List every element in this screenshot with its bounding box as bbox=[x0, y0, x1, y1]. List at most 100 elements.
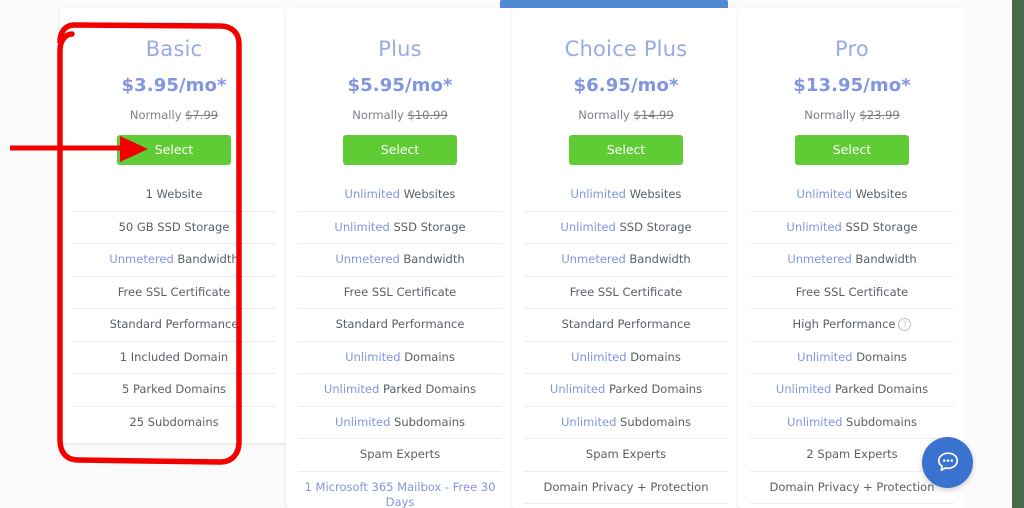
feature-highlight: Unlimited bbox=[549, 382, 606, 397]
feature-highlight: Unlimited bbox=[570, 187, 626, 202]
chat-widget-button[interactable] bbox=[922, 437, 973, 488]
feature-highlight: Unlimited bbox=[796, 187, 852, 202]
feature-text: Free SSL Certificate bbox=[569, 284, 683, 299]
feature-item: Unlimited Subdomains bbox=[750, 407, 954, 440]
normally-label: Normally bbox=[352, 108, 404, 123]
feature-text: Domains bbox=[400, 349, 455, 364]
plan-price: $6.95/mo* bbox=[573, 75, 679, 97]
feature-item: Standard Performance bbox=[524, 309, 728, 342]
feature-text: Parked Domains bbox=[605, 382, 703, 397]
feature-highlight: Unlimited bbox=[797, 349, 853, 364]
feature-text: 50 GB SSD Storage bbox=[118, 219, 230, 234]
plan-price: $3.95/mo* bbox=[121, 75, 227, 97]
feature-item: Unlimited Websites bbox=[524, 179, 728, 212]
feature-text: Subdomains bbox=[842, 414, 917, 429]
feature-text: 25 Subdomains bbox=[129, 414, 219, 429]
select-button-plus[interactable]: Select bbox=[343, 135, 457, 166]
pricing-page: Basic $3.95/mo* Normally $7.99 Select 1 Webs… bbox=[0, 0, 1024, 508]
feature-text: Spam Experts bbox=[359, 447, 441, 462]
feature-text: Websites bbox=[625, 187, 682, 202]
feature-item: Site Backup - CodeGuard Basic bbox=[524, 504, 728, 508]
feature-text: Parked Domains bbox=[379, 382, 477, 397]
feature-item: Unlimited Subdomains bbox=[298, 407, 502, 440]
feature-highlight: Unmetered bbox=[561, 252, 626, 267]
feature-highlight: Unlimited bbox=[561, 414, 617, 429]
recommended-ribbon bbox=[500, 0, 728, 8]
feature-item: Unlimited SSD Storage bbox=[750, 212, 954, 245]
feature-item: Unmetered Bandwidth bbox=[524, 244, 728, 277]
feature-highlight: Unlimited bbox=[775, 382, 832, 397]
feature-item: Standard Performance bbox=[72, 309, 276, 342]
select-button-choice-plus[interactable]: Select bbox=[569, 135, 683, 166]
chat-bubble-icon bbox=[922, 448, 973, 476]
feature-text: Bandwidth bbox=[399, 252, 465, 267]
feature-text: Bandwidth bbox=[173, 252, 239, 267]
feature-text: Bandwidth bbox=[625, 252, 691, 267]
feature-item: Free SSL Certificate bbox=[524, 277, 728, 310]
feature-item: 5 Parked Domains bbox=[72, 374, 276, 407]
feature-text: SSD Storage bbox=[615, 219, 692, 234]
plan-normally-price: Normally $7.99 bbox=[72, 96, 276, 122]
feature-text: Subdomains bbox=[390, 414, 465, 429]
feature-highlight: Unlimited bbox=[786, 219, 842, 234]
feature-highlight: Unmetered bbox=[335, 252, 400, 267]
normally-label: Normally bbox=[129, 108, 182, 123]
page-right-gutter bbox=[964, 0, 1012, 508]
plan-normally-price: Normally $10.99 bbox=[298, 96, 502, 122]
plan-price: $5.95/mo* bbox=[347, 75, 453, 97]
feature-text: 1 Website bbox=[145, 187, 203, 202]
normally-label: Normally bbox=[804, 108, 856, 123]
feature-item: Unlimited Parked Domains bbox=[524, 374, 728, 407]
feature-item: Site Backup - CodeGuard Basic bbox=[750, 504, 954, 508]
feature-text: Free SSL Certificate bbox=[795, 284, 909, 299]
pricing-card-pro: Pro $13.95/mo* Normally $23.99 Select Unlimi… bbox=[738, 8, 966, 508]
feature-item: Standard Performance bbox=[298, 309, 502, 342]
feature-highlight: Unlimited bbox=[335, 414, 391, 429]
feature-text: Free SSL Certificate bbox=[117, 284, 231, 299]
normally-struck-price: $23.99 bbox=[859, 108, 900, 123]
feature-text: Domain Privacy + Protection bbox=[769, 479, 935, 494]
feature-text: SSD Storage bbox=[841, 219, 918, 234]
feature-item: Unlimited SSD Storage bbox=[524, 212, 728, 245]
feature-text: Bandwidth bbox=[851, 252, 917, 267]
feature-item: Unlimited Websites bbox=[298, 179, 502, 212]
feature-item: Unlimited Domains bbox=[524, 342, 728, 375]
feature-item: Free SSL Certificate bbox=[298, 277, 502, 310]
feature-highlight: Unlimited bbox=[334, 219, 390, 234]
feature-highlight: Unmetered bbox=[787, 252, 852, 267]
feature-text: 1 Included Domain bbox=[119, 349, 229, 364]
feature-item: Unmetered Bandwidth bbox=[72, 244, 276, 277]
feature-item: 1 Website bbox=[72, 179, 276, 212]
plan-name: Plus bbox=[378, 37, 422, 61]
feature-text: High Performance bbox=[792, 317, 896, 332]
feature-item: Unlimited Domains bbox=[298, 342, 502, 375]
help-icon[interactable]: ? bbox=[898, 318, 912, 332]
feature-text: Domains bbox=[626, 349, 681, 364]
feature-text: Domains bbox=[852, 349, 907, 364]
feature-item: 1 Microsoft 365 Mailbox - Free 30 Days bbox=[298, 472, 502, 508]
feature-highlight: Unlimited bbox=[560, 219, 616, 234]
feature-highlight: Unmetered bbox=[109, 252, 174, 267]
feature-text: Domain Privacy + Protection bbox=[543, 479, 709, 494]
feature-item: 25 Subdomains bbox=[72, 407, 276, 439]
plan-name: Choice Plus bbox=[564, 37, 688, 61]
pricing-card-basic: Basic $3.95/mo* Normally $7.99 Select 1 Webs… bbox=[60, 8, 288, 443]
feature-highlight: Unlimited bbox=[344, 187, 400, 202]
select-button-pro[interactable]: Select bbox=[795, 135, 909, 166]
feature-item: Unmetered Bandwidth bbox=[750, 244, 954, 277]
feature-text: Standard Performance bbox=[109, 317, 239, 332]
feature-item: 50 GB SSD Storage bbox=[72, 212, 276, 245]
plan-name: Pro bbox=[835, 37, 869, 61]
pricing-card-choice-plus: Choice Plus $6.95/mo* Normally $14.99 Selec… bbox=[500, 0, 740, 508]
normally-struck-price: $14.99 bbox=[633, 108, 674, 123]
feature-item: Unlimited Websites bbox=[750, 179, 954, 212]
select-button-basic[interactable]: Select bbox=[117, 135, 231, 166]
feature-text: 5 Parked Domains bbox=[121, 382, 227, 397]
normally-struck-price: $7.99 bbox=[185, 108, 219, 123]
feature-list: Unlimited Websites Unlimited SSD Storage U… bbox=[524, 179, 728, 508]
feature-item: Unlimited Parked Domains bbox=[750, 374, 954, 407]
feature-text: Subdomains bbox=[616, 414, 691, 429]
feature-text: Free SSL Certificate bbox=[343, 284, 457, 299]
plan-name: Basic bbox=[145, 37, 203, 61]
feature-item: Domain Privacy + Protection bbox=[524, 472, 728, 505]
